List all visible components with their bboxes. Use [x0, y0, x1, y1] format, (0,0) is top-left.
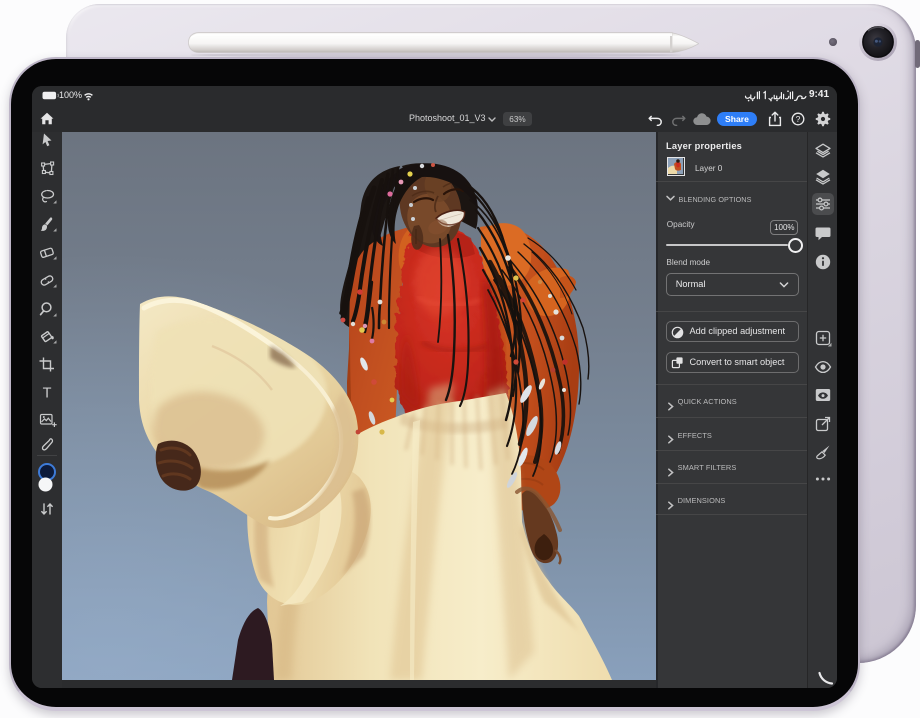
svg-text:?: ? [796, 114, 801, 124]
svg-text:T: T [43, 386, 52, 402]
